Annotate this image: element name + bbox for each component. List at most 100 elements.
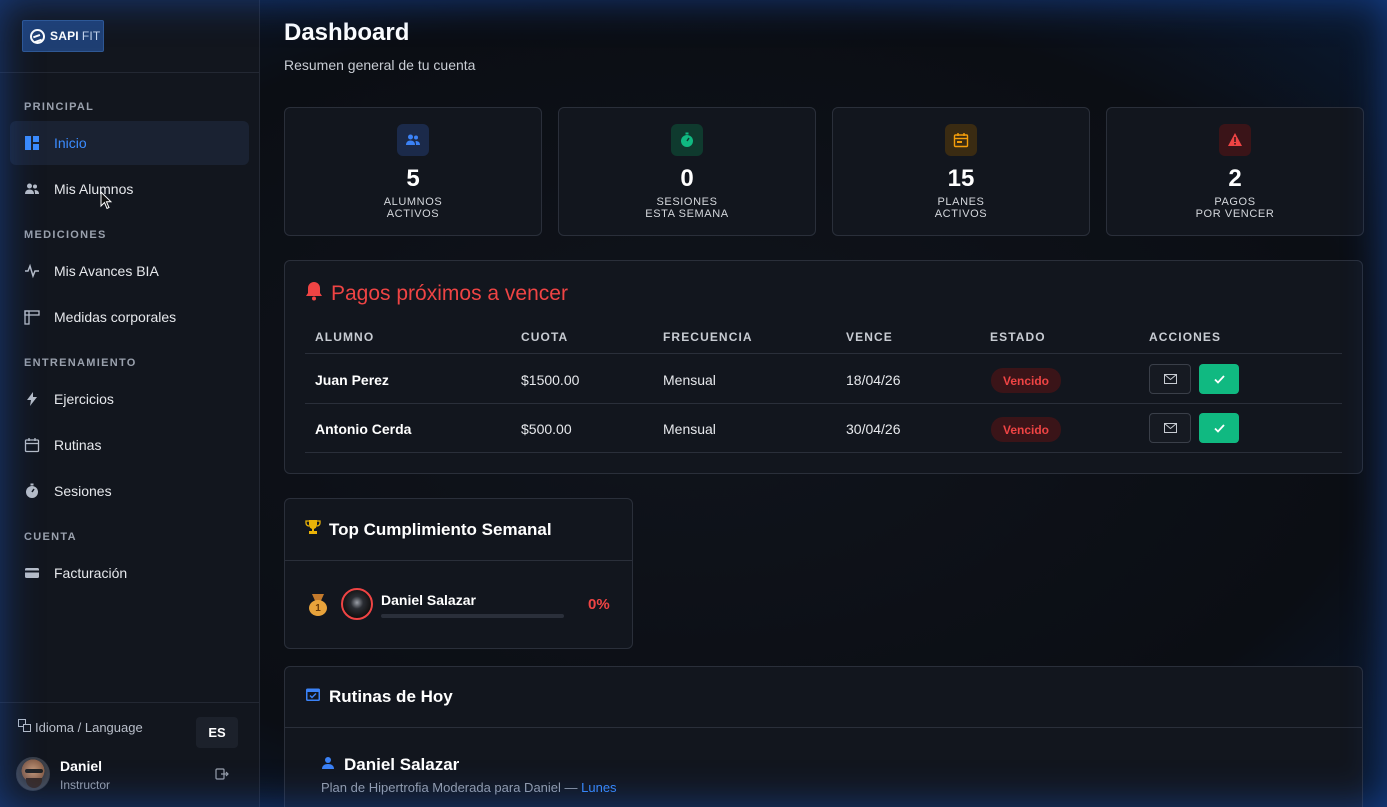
sidebar-item-facturacion[interactable]: Facturación [10,551,249,595]
top-compliance-title-text: Top Cumplimiento Semanal [329,519,552,539]
stat-value: 0 [680,165,694,192]
section-entrenamiento: ENTRENAMIENTO [24,357,137,369]
activity-icon [24,263,40,279]
sidebar-item-label: Medidas corporales [54,309,177,325]
stat-value: 2 [1228,165,1242,192]
bell-icon [305,281,323,307]
ruler-icon [24,309,40,325]
col-estado: ESTADO [990,330,1046,344]
col-frecuencia: FRECUENCIA [663,330,753,344]
section-mediciones: MEDICIONES [24,229,107,241]
divider [285,560,632,561]
users-icon [24,181,40,197]
users-icon [397,124,429,156]
cell-alumno: Antonio Cerda [315,421,412,437]
sidebar-item-label: Facturación [54,565,128,581]
page-subtitle: Resumen general de tu cuenta [284,57,476,73]
credit-card-icon [24,565,40,581]
stat-card-alumnos[interactable]: 5 ALUMNOS ACTIVOS [284,107,542,236]
cell-alumno: Juan Perez [315,372,389,388]
cell-cuota: $500.00 [521,421,572,437]
send-email-button[interactable] [1149,413,1191,443]
language-toggle-button[interactable]: ES [196,717,238,748]
user-avatar[interactable] [16,757,50,791]
stat-card-planes[interactable]: 15 PLANES ACTIVOS [832,107,1090,236]
language-text: Idioma / Language [35,719,143,735]
sidebar-item-mis-alumnos[interactable]: Mis Alumnos [10,167,249,211]
top-compliance-card: Top Cumplimiento Semanal Daniel Salazar … [284,498,633,649]
user-name: Daniel [60,758,103,774]
routine-student[interactable]: Daniel Salazar [321,755,459,775]
sidebar-item-inicio[interactable]: Inicio [10,121,249,165]
payments-title-text: Pagos próximos a vencer [331,282,568,305]
stat-label: PAGOS POR VENCER [1195,196,1275,220]
payments-title: Pagos próximos a vencer [305,281,568,307]
status-badge: Vencido [991,368,1062,393]
stat-value: 5 [406,165,420,192]
sidebar-item-avances-bia[interactable]: Mis Avances BIA [10,249,249,293]
sidebar-item-label: Ejercicios [54,391,114,407]
sidebar-item-sesiones[interactable]: Sesiones [10,469,249,513]
cell-frecuencia: Mensual [663,372,716,388]
brand-suffix: FIT [81,29,101,43]
col-alumno: ALUMNO [315,330,375,344]
sidebar-item-ejercicios[interactable]: Ejercicios [10,377,249,421]
user-role: Instructor [60,778,111,792]
section-cuenta: CUENTA [24,531,77,543]
col-cuota: CUOTA [521,330,569,344]
logo-area: SAPI FIT [0,0,259,73]
sidebar-item-label: Mis Avances BIA [54,263,159,279]
person-icon [321,755,335,775]
routine-plan: Plan de Hipertrofia Moderada para Daniel… [321,780,582,795]
stopwatch-icon [671,124,703,156]
calendar-icon [945,124,977,156]
sidebar-item-label: Mis Alumnos [54,181,134,197]
language-label: Idioma / Language [18,719,143,735]
divider [285,727,1362,728]
section-principal: PRINCIPAL [24,101,95,113]
stat-card-sesiones[interactable]: 0 SESIONES ESTA SEMANA [558,107,816,236]
sidebar-footer: Idioma / Language ES Daniel Instructor [0,702,259,807]
bolt-icon [24,391,40,407]
student-avatar[interactable] [341,588,373,620]
top-student-name: Daniel Salazar [381,592,476,608]
stat-value: 15 [947,165,975,192]
status-badge: Vencido [991,417,1062,442]
todays-routines-card: Rutinas de Hoy Daniel Salazar Plan de Hi… [284,666,1363,807]
dashboard-icon [24,135,40,151]
stat-card-pagos[interactable]: 2 PAGOS POR VENCER [1106,107,1364,236]
sidebar-item-rutinas[interactable]: Rutinas [10,423,249,467]
table-row: Juan Perez $1500.00 Mensual 18/04/26 Ven… [305,355,1342,404]
calendar-check-icon [305,686,321,707]
mouse-cursor-icon [100,191,112,210]
calendar-icon [24,437,40,453]
cell-vence: 30/04/26 [846,421,901,437]
col-acciones: ACCIONES [1149,330,1222,344]
routine-day: Lunes [581,780,617,795]
send-email-button[interactable] [1149,364,1191,394]
routine-student-name: Daniel Salazar [344,755,460,774]
cell-vence: 18/04/26 [846,372,901,388]
payments-table-header: ALUMNO CUOTA FRECUENCIA VENCE ESTADO ACC… [305,330,1342,354]
stopwatch-icon [24,483,40,499]
sidebar-item-label: Rutinas [54,437,102,453]
mail-icon [1163,423,1177,433]
logo-mark-icon [30,28,45,44]
sidebar-item-label: Sesiones [54,483,112,499]
table-row: Antonio Cerda $500.00 Mensual 30/04/26 V… [305,404,1342,453]
col-vence: VENCE [846,330,893,344]
brand-name: SAPI [50,29,79,43]
warning-icon [1219,124,1251,156]
mark-paid-button[interactable] [1199,413,1239,443]
brand-logo[interactable]: SAPI FIT [22,20,104,52]
sidebar-item-medidas[interactable]: Medidas corporales [10,295,249,339]
mark-paid-button[interactable] [1199,364,1239,394]
sidebar-item-label: Inicio [54,135,87,151]
logout-icon[interactable] [215,767,229,784]
stat-label: ALUMNOS ACTIVOS [383,196,443,220]
check-icon [1213,374,1225,384]
routine-description: Plan de Hipertrofia Moderada para Daniel… [321,780,617,795]
cell-frecuencia: Mensual [663,421,716,437]
compliance-percent: 0% [588,596,610,613]
routines-title-text: Rutinas de Hoy [329,686,453,706]
